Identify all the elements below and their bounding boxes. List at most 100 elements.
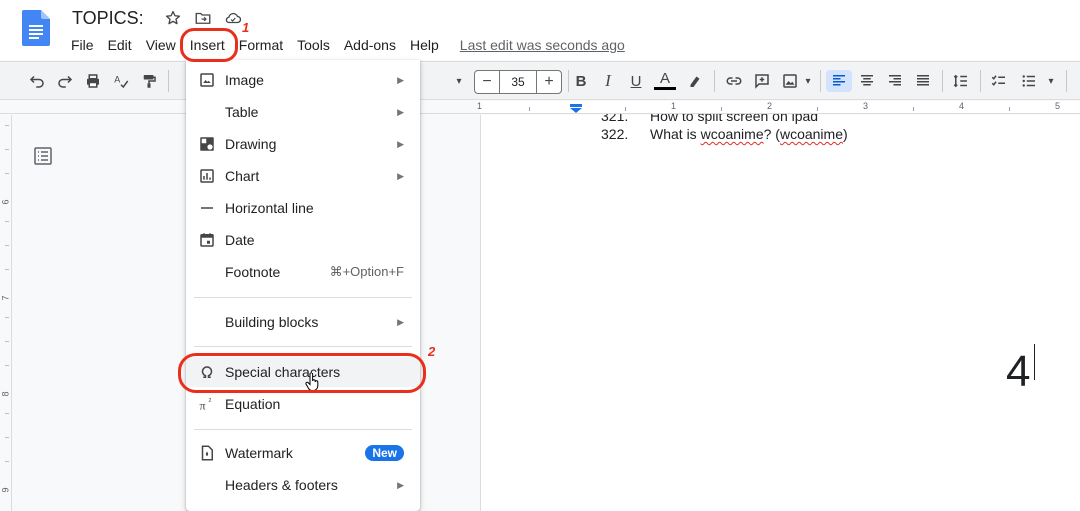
font-size-stepper[interactable]: − 35 +	[474, 70, 562, 94]
text-run: What is	[650, 126, 701, 142]
print-icon[interactable]	[82, 70, 104, 92]
google-docs-window: TOPICS: File Edit View Insert Format Too…	[0, 0, 1080, 511]
text-color-button[interactable]: A	[654, 70, 676, 90]
vruler-tick	[5, 365, 9, 366]
pi-icon: π2	[198, 395, 216, 413]
horizontal-ruler[interactable]: 1 1 2 3 4 5	[0, 101, 1080, 114]
indent-marker-icon[interactable]	[570, 104, 582, 113]
docs-logo-icon[interactable]	[22, 10, 50, 46]
drawing-icon	[198, 135, 216, 153]
paint-format-icon[interactable]	[138, 70, 160, 92]
bold-button[interactable]: B	[570, 70, 592, 92]
toolbar-divider	[1066, 70, 1067, 92]
vruler-tick	[5, 341, 9, 342]
document-page[interactable]	[480, 115, 1080, 511]
align-center-icon[interactable]	[856, 70, 878, 92]
vertical-ruler[interactable]: 6 7 8 9	[0, 115, 12, 511]
vruler-tick	[5, 413, 9, 414]
cloud-saved-icon[interactable]	[224, 9, 242, 27]
menu-item-label: Drawing	[225, 136, 277, 152]
svg-text:π: π	[200, 398, 206, 412]
vruler-tick	[5, 125, 9, 126]
menu-item-drawing[interactable]: Drawing ▶	[186, 129, 420, 159]
italic-button[interactable]: I	[597, 70, 619, 92]
text-cursor	[1034, 344, 1035, 380]
font-size-input[interactable]: 35	[499, 71, 537, 93]
menu-item-label: Building blocks	[225, 314, 319, 330]
ruler-tick	[913, 107, 914, 111]
highlight-icon[interactable]	[684, 70, 706, 92]
underline-button[interactable]: U	[625, 70, 647, 92]
menu-format[interactable]: Format	[232, 36, 290, 54]
align-left-icon[interactable]	[826, 70, 852, 92]
document-title[interactable]: TOPICS:	[72, 8, 144, 29]
annotation-step-number: 1	[242, 20, 250, 35]
vruler-tick	[5, 269, 9, 270]
annotation-step-number: 2	[428, 344, 436, 359]
menu-add-ons[interactable]: Add-ons	[337, 36, 403, 54]
menu-item-chart[interactable]: Chart ▶	[186, 161, 420, 191]
menu-item-table[interactable]: Table ▶	[186, 97, 420, 127]
svg-text:2: 2	[209, 398, 212, 404]
vruler-number: 6	[0, 199, 11, 205]
misspelled-word[interactable]: wcoanime	[780, 126, 843, 142]
annotation-circle-insert	[180, 28, 238, 62]
toolbar: A ▾ − 35 + B I U A ▾ ▾	[0, 61, 1080, 100]
vruler-tick	[5, 317, 9, 318]
image-chevron-down-icon[interactable]: ▾	[797, 70, 819, 92]
document-outline-icon[interactable]	[33, 146, 53, 166]
last-edit-link[interactable]: Last edit was seconds ago	[460, 37, 625, 53]
watermark-icon	[198, 444, 216, 462]
menu-view[interactable]: View	[139, 36, 183, 54]
menu-item-label: Table	[225, 104, 259, 120]
menu-item-watermark[interactable]: Watermark New	[186, 438, 420, 468]
justify-icon[interactable]	[912, 70, 934, 92]
text-run: )	[842, 126, 848, 142]
misspelled-word[interactable]: wcoanime	[701, 126, 764, 142]
bulleted-list-icon[interactable]	[1018, 70, 1040, 92]
menu-bar: File Edit View Insert Format Tools Add-o…	[64, 36, 625, 54]
menu-edit[interactable]: Edit	[101, 36, 139, 54]
menu-item-building-blocks[interactable]: Building blocks ▶	[186, 307, 420, 337]
font-chevron-down-icon[interactable]: ▾	[448, 70, 470, 92]
toolbar-divider	[568, 70, 569, 92]
vruler-tick	[5, 173, 9, 174]
align-right-icon[interactable]	[884, 70, 906, 92]
menu-item-footnote[interactable]: Footnote ⌘+Option+F	[186, 257, 420, 287]
line-spacing-icon[interactable]	[950, 70, 972, 92]
add-comment-icon[interactable]	[751, 70, 773, 92]
menu-item-label: Horizontal line	[225, 200, 314, 216]
decrease-font-size-button[interactable]: −	[475, 73, 499, 91]
redo-icon[interactable]	[54, 70, 76, 92]
header: TOPICS: File Edit View Insert Format Too…	[0, 0, 1080, 60]
submenu-arrow-icon: ▶	[397, 106, 404, 117]
checklist-icon[interactable]	[988, 70, 1010, 92]
star-icon[interactable]	[164, 9, 182, 27]
spellcheck-icon[interactable]: A	[110, 70, 132, 92]
toolbar-divider	[714, 70, 715, 92]
menu-item-date[interactable]: Date	[186, 225, 420, 255]
submenu-arrow-icon: ▶	[397, 138, 404, 149]
menu-separator	[194, 429, 412, 430]
move-to-folder-icon[interactable]	[194, 9, 212, 27]
menu-item-label: Chart	[225, 168, 260, 184]
menu-tools[interactable]: Tools	[290, 36, 337, 54]
calendar-icon	[198, 231, 216, 249]
menu-item-equation[interactable]: π2 Equation	[186, 389, 420, 419]
increase-font-size-button[interactable]: +	[537, 73, 561, 91]
menu-item-shortcut: ⌘+Option+F	[329, 264, 404, 279]
menu-item-image[interactable]: Image ▶	[186, 65, 420, 95]
menu-item-label: Date	[225, 232, 255, 248]
svg-text:A: A	[114, 75, 120, 85]
vruler-tick	[5, 221, 9, 222]
menu-item-headers-footers[interactable]: Headers & footers ▶	[186, 470, 420, 500]
horizontal-line-icon	[198, 199, 216, 217]
list-chevron-down-icon[interactable]: ▾	[1040, 70, 1062, 92]
toolbar-divider	[820, 70, 821, 92]
undo-icon[interactable]	[26, 70, 48, 92]
menu-file[interactable]: File	[64, 36, 101, 54]
ruler-number: 2	[767, 101, 773, 111]
link-icon[interactable]	[723, 70, 745, 92]
menu-help[interactable]: Help	[403, 36, 446, 54]
menu-item-horizontal-line[interactable]: Horizontal line	[186, 193, 420, 223]
